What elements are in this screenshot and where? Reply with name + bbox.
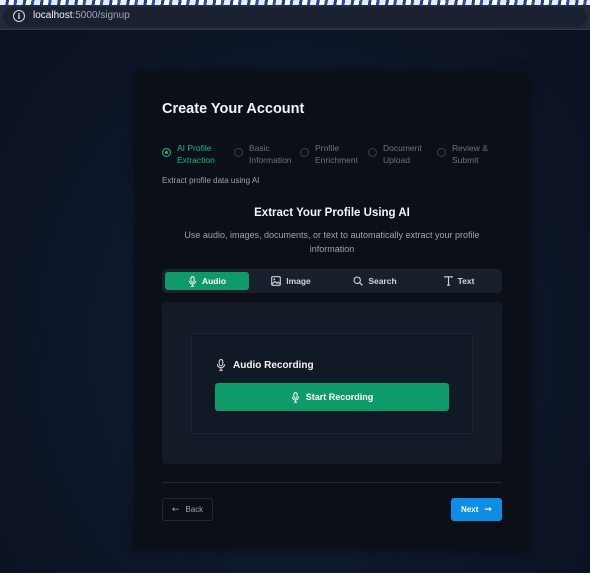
mic-icon (188, 275, 197, 287)
url-text: localhost:5000/signup (33, 10, 130, 21)
tab-label: Audio (201, 276, 227, 286)
step-document-upload[interactable]: Document Upload (368, 142, 422, 166)
step-indicator (368, 148, 377, 157)
tab-audio[interactable]: Audio (165, 272, 249, 290)
step-ai-profile-extraction[interactable]: AI Profile Extraction (162, 142, 215, 166)
url-host: localhost (33, 10, 73, 21)
step-basic-information[interactable]: Basic Information (234, 142, 292, 166)
recording-title: Audio Recording (233, 359, 314, 371)
step-label: Review & Submit (452, 143, 488, 165)
signup-card: Create Your Account AI Profile Extractio… (134, 71, 530, 549)
tab-label: Image (286, 276, 311, 286)
tab-label: Search (368, 276, 397, 286)
browser-address-bar: i localhost:5000/signup (0, 5, 590, 30)
mic-icon (216, 359, 226, 371)
search-icon (353, 276, 364, 286)
image-icon (271, 276, 282, 286)
recording-header: Audio Recording (216, 359, 314, 371)
step-description: Extract profile data using AI (162, 176, 260, 185)
arrow-right-icon: → (484, 504, 492, 515)
url-field[interactable]: i localhost:5000/signup (3, 7, 587, 27)
site-info-icon[interactable]: i (13, 10, 25, 22)
section-subtitle: Use audio, images, documents, or text to… (184, 230, 480, 254)
audio-panel: Audio Recording Start Recording (162, 302, 502, 464)
start-recording-button[interactable]: Start Recording (215, 383, 449, 411)
next-label: Next (461, 505, 479, 514)
step-label: AI Profile Extraction (177, 143, 215, 165)
step-indicator (437, 148, 446, 157)
step-indicator (300, 148, 309, 157)
mic-icon (291, 391, 299, 403)
arrow-left-icon: ← (171, 504, 180, 515)
back-button[interactable]: ← Back (162, 498, 213, 521)
back-label: Back (185, 505, 204, 514)
step-label: Document Upload (383, 143, 422, 165)
next-button[interactable]: Next → (451, 498, 502, 521)
step-indicator-active (162, 148, 171, 157)
audio-recording-box: Audio Recording Start Recording (191, 333, 473, 434)
tab-label: Text (457, 276, 475, 286)
tab-search[interactable]: Search (333, 272, 417, 290)
start-recording-label: Start Recording (305, 392, 374, 402)
tab-image[interactable]: Image (249, 272, 333, 290)
step-label: Profile Enrichment (315, 143, 358, 165)
url-path: :5000/signup (72, 10, 130, 21)
footer-divider (162, 482, 502, 483)
step-label: Basic Information (249, 143, 292, 165)
step-review-submit[interactable]: Review & Submit (437, 142, 488, 166)
step-indicator (234, 148, 243, 157)
extraction-tabs: Audio Image Search Text (162, 269, 502, 293)
text-icon (443, 276, 453, 286)
page-title: Create Your Account (162, 101, 305, 117)
step-profile-enrichment[interactable]: Profile Enrichment (300, 142, 358, 166)
section-title: Extract Your Profile Using AI (254, 207, 410, 219)
tab-text[interactable]: Text (417, 272, 501, 290)
